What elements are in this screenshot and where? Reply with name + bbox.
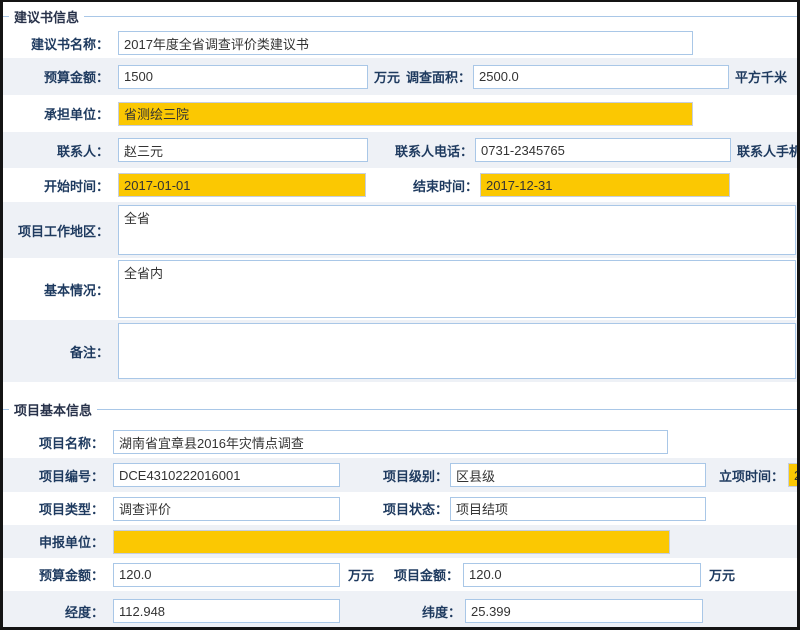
end-date-input[interactable] [480, 173, 730, 197]
section-project-info-title: 项目基本信息 [9, 400, 97, 419]
proposal-name-input[interactable] [118, 31, 693, 55]
project-budget-label: 预算金额： [3, 565, 108, 584]
end-date-label: 结束时间： [366, 176, 478, 195]
remark-textarea[interactable] [118, 323, 796, 379]
longitude-input[interactable] [113, 599, 340, 623]
proposal-form-window: 建议书信息 建议书名称： 预算金额： 万元 调查面积： 平方千米 承担单位： 联… [0, 0, 800, 630]
project-amount-unit-label: 万元 [709, 565, 735, 584]
project-name-input[interactable] [113, 430, 668, 454]
work-area-textarea[interactable]: 全省 [118, 205, 796, 255]
survey-area-label: 调查面积： [400, 67, 471, 86]
form-row: 项目工作地区： 全省 [3, 202, 797, 258]
contact-input[interactable] [118, 138, 368, 162]
budget-unit-label: 万元 [374, 67, 400, 86]
form-row: 建议书名称： [3, 28, 797, 58]
project-name-label: 项目名称： [3, 433, 108, 452]
project-level-input[interactable] [450, 463, 706, 487]
project-amount-label: 项目金额： [374, 565, 459, 584]
start-date-input[interactable] [118, 173, 366, 197]
fieldset-border-line [84, 16, 797, 17]
form-row: 项目名称： [3, 426, 797, 458]
project-amount-input[interactable] [463, 563, 701, 587]
project-code-input[interactable] [113, 463, 340, 487]
form-row: 开始时间： 结束时间： [3, 168, 797, 202]
latitude-input[interactable] [465, 599, 703, 623]
declare-unit-label: 申报单位： [3, 532, 108, 551]
proposal-name-label: 建议书名称： [3, 34, 113, 53]
project-status-label: 项目状态： [340, 499, 448, 518]
budget-label: 预算金额： [3, 67, 113, 86]
contact-phone-label: 联系人电话： [368, 141, 473, 160]
declare-unit-input[interactable] [113, 530, 670, 554]
contact-mobile-label: 联系人手机 [737, 141, 797, 160]
project-budget-input[interactable] [113, 563, 340, 587]
budget-input[interactable] [118, 65, 368, 89]
form-row: 基本情况： 全省内 [3, 258, 797, 320]
project-type-input[interactable] [113, 497, 340, 521]
longitude-label: 经度： [3, 602, 108, 621]
project-budget-unit-label: 万元 [348, 565, 374, 584]
basic-info-label: 基本情况： [3, 280, 113, 299]
undertaking-unit-label: 承担单位： [3, 104, 113, 123]
contact-phone-input[interactable] [475, 138, 731, 162]
work-area-label: 项目工作地区： [3, 221, 113, 240]
fieldset-border-line [97, 409, 797, 410]
contact-label: 联系人： [3, 141, 113, 160]
project-code-label: 项目编号： [3, 466, 108, 485]
form-row: 项目类型： 项目状态： [3, 492, 797, 525]
form-row: 备注： [3, 320, 797, 382]
undertaking-unit-input[interactable] [118, 102, 693, 126]
section-proposal-info-header: 建议书信息 [3, 8, 797, 24]
start-date-label: 开始时间： [3, 176, 113, 195]
form-row: 预算金额： 万元 项目金额： 万元 [3, 558, 797, 591]
approval-time-input[interactable] [788, 463, 797, 487]
proposal-info-fields: 建议书名称： 预算金额： 万元 调查面积： 平方千米 承担单位： 联系人： 联系… [3, 28, 797, 382]
form-row: 申报单位： [3, 525, 797, 558]
form-row: 预算金额： 万元 调查面积： 平方千米 [3, 58, 797, 95]
form-row: 项目编号： 项目级别： 立项时间： [3, 458, 797, 492]
project-level-label: 项目级别： [340, 466, 448, 485]
survey-area-unit-label: 平方千米 [735, 67, 787, 86]
basic-info-textarea[interactable]: 全省内 [118, 260, 796, 318]
form-row: 联系人： 联系人电话： 联系人手机 [3, 132, 797, 168]
section-proposal-info-title: 建议书信息 [9, 7, 84, 26]
form-row: 经度： 纬度： [3, 591, 797, 630]
approval-time-label: 立项时间： [706, 466, 784, 485]
remark-label: 备注： [3, 342, 113, 361]
project-status-input[interactable] [450, 497, 706, 521]
latitude-label: 纬度： [340, 602, 461, 621]
survey-area-input[interactable] [473, 65, 729, 89]
form-row: 承担单位： [3, 95, 797, 132]
project-info-fields: 项目名称： 项目编号： 项目级别： 立项时间： 项目类型： 项目状态： 申报单位… [3, 426, 797, 630]
section-project-info-header: 项目基本信息 [3, 400, 797, 418]
project-type-label: 项目类型： [3, 499, 108, 518]
